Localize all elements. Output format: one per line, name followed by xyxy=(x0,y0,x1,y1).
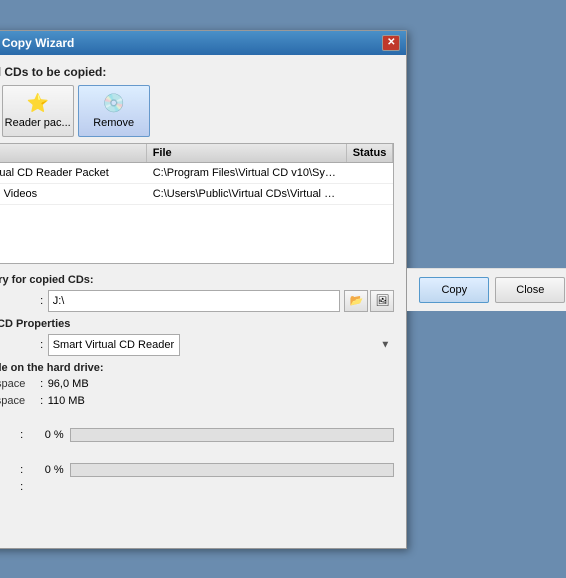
col-description: Description xyxy=(0,144,147,162)
row2-description: Virtual CD Videos xyxy=(0,188,37,200)
progress-bars: All : 0 % Current file: 0 / 0 : 0 % xyxy=(0,428,394,496)
progress-area: All : 0 % Current file: 0 / 0 : 0 % xyxy=(0,428,394,496)
file-progress-bar xyxy=(70,463,395,477)
available-colon: : xyxy=(36,395,48,407)
autorun-select[interactable]: Smart Virtual CD Reader None Custom xyxy=(48,334,180,356)
col-file: File xyxy=(147,144,347,162)
required-colon: : xyxy=(36,378,48,390)
row1-status xyxy=(347,170,394,176)
file-progress-row: 0 / 0 : 0 % xyxy=(0,463,394,477)
all-pct: 0 % xyxy=(28,429,64,441)
close-dialog-button[interactable]: Close xyxy=(495,277,565,303)
progress-label: Progress: xyxy=(0,413,394,425)
path-input[interactable] xyxy=(48,290,341,312)
row2-status xyxy=(347,191,394,197)
remove-icon: 💿 xyxy=(102,93,124,114)
required-label: Required disk space xyxy=(0,378,36,390)
file-label: File xyxy=(0,481,16,493)
path-label: Path xyxy=(0,295,36,307)
cd-list-section-label: List of virtual CDs to be copied: xyxy=(0,65,394,79)
table-row[interactable]: Smart Virtual CD Reader Packet C:\Progra… xyxy=(0,163,393,184)
reader-pac-button[interactable]: ⭐ Reader pac... xyxy=(2,85,74,137)
remove-label: Remove xyxy=(93,117,134,129)
required-space-row: Required disk space : 96,0 MB xyxy=(0,378,394,390)
row1-description: Smart Virtual CD Reader Packet xyxy=(0,167,109,179)
toolbar: 📁 Add... ⭐ Reader pac... 💿 Remove xyxy=(0,85,394,137)
browse-cd-button[interactable]: 🖼 xyxy=(370,290,394,312)
file-list: Description File Status Smart Virtual CD… xyxy=(0,143,394,264)
browse-folder-button[interactable]: 📂 xyxy=(344,290,368,312)
required-value: 96,0 MB xyxy=(48,378,395,390)
disk-space-label: Space available on the hard drive: xyxy=(0,362,394,374)
path-row: Path : 📂 🖼 xyxy=(0,290,394,312)
file-pct: 0 % xyxy=(28,464,64,476)
path-colon: : xyxy=(36,295,48,307)
reader-pac-label: Reader pac... xyxy=(5,117,71,129)
current-file-label-row: Current file: xyxy=(0,446,394,460)
smart-props-label: Smart Virtual CD Properties xyxy=(0,318,394,330)
available-space-row: Available disk space : 110 MB xyxy=(0,395,394,407)
dialog-content: List of virtual CDs to be copied: 📁 Add.… xyxy=(0,55,406,548)
copy-button[interactable]: Copy xyxy=(419,277,489,303)
file-list-body: Smart Virtual CD Reader Packet C:\Progra… xyxy=(0,163,393,263)
close-button[interactable]: ✕ xyxy=(382,35,400,51)
available-label: Available disk space xyxy=(0,395,36,407)
file-counter: 0 / 0 xyxy=(0,464,16,476)
available-value: 110 MB xyxy=(48,395,395,407)
table-row[interactable]: Virtual CD Videos C:\Users\Public\Virtua… xyxy=(0,184,393,205)
row2-file: C:\Users\Public\Virtual CDs\Virtual C... xyxy=(147,185,347,203)
all-label: All xyxy=(0,429,16,441)
autorun-label: Autorun xyxy=(0,339,36,351)
all-progress-bar xyxy=(70,428,395,442)
window-title: Virtual CD Copy Wizard xyxy=(0,36,74,50)
file-list-header: Description File Status xyxy=(0,144,393,163)
main-window: 💿 Virtual CD Copy Wizard ✕ List of virtu… xyxy=(0,30,407,549)
title-bar: 💿 Virtual CD Copy Wizard ✕ xyxy=(0,31,406,55)
row1-file: C:\Program Files\Virtual CD v10\Syst... xyxy=(147,164,347,182)
remove-button[interactable]: 💿 Remove xyxy=(78,85,150,137)
target-dir-label: Target directory for copied CDs: xyxy=(0,274,394,286)
path-buttons: 📂 🖼 xyxy=(344,290,394,312)
all-progress-row: All : 0 % xyxy=(0,428,394,442)
bottom-buttons: Copy Close Help xyxy=(407,268,566,311)
col-status: Status xyxy=(347,144,394,162)
reader-pac-icon: ⭐ xyxy=(26,93,48,114)
autorun-select-wrapper: Smart Virtual CD Reader None Custom ▼ xyxy=(48,334,395,356)
autorun-row: Autorun : Smart Virtual CD Reader None C… xyxy=(0,334,394,356)
file-name-row: File : xyxy=(0,481,394,493)
select-arrow-icon: ▼ xyxy=(380,339,390,350)
autorun-colon: : xyxy=(36,339,48,351)
progress-section: Progress: All : 0 % Current file: xyxy=(0,413,394,538)
